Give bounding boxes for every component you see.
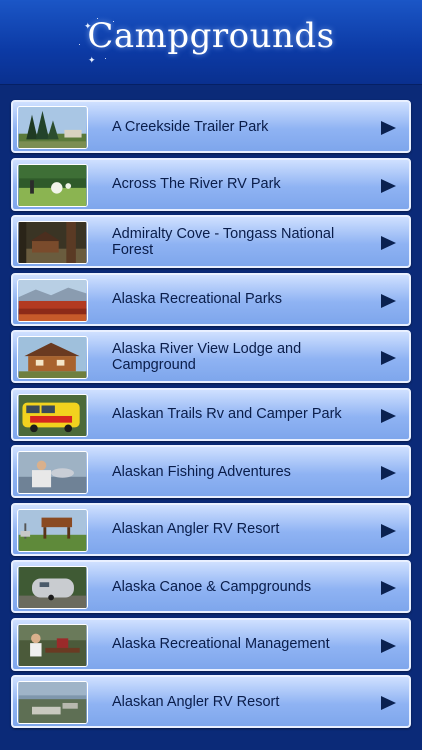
list-item[interactable]: Alaskan Angler RV Resort — [11, 675, 411, 728]
tundra-photo-icon — [17, 278, 88, 322]
list-item[interactable]: Admiralty Cove - Tongass National Forest — [11, 215, 411, 268]
chevron-right-icon — [381, 523, 396, 538]
campground-list: A Creekside Trailer Park Across The Rive… — [11, 100, 411, 733]
sparkle-icon: ✦ — [88, 55, 96, 65]
chevron-right-icon — [381, 581, 396, 595]
aerial-photo-icon — [17, 681, 88, 724]
list-item-label: Alaska River View Lodge and Campground — [112, 340, 302, 373]
list-item[interactable]: Alaska Recreational Management — [11, 617, 411, 671]
chevron-right-icon — [381, 408, 396, 423]
list-item-label: Alaskan Angler RV Resort — [112, 693, 280, 710]
camper-van-photo-icon — [17, 393, 88, 437]
list-item-label: Admiralty Cove - Tongass National Forest — [112, 225, 335, 258]
list-item-label: Alaska Recreational Parks — [112, 291, 283, 307]
fishing-photo-icon — [17, 451, 88, 494]
chevron-right-icon — [381, 466, 396, 480]
list-item[interactable]: Alaskan Fishing Adventures — [11, 445, 411, 498]
list-item[interactable]: Alaskan Trails Rv and Camper Park — [11, 387, 411, 441]
airstream-photo-icon — [17, 566, 88, 609]
app-header: ✦ · · · · ✦ Campgrounds — [0, 0, 422, 85]
meadow-photo-icon — [17, 163, 88, 207]
lodge-photo-icon — [17, 336, 88, 379]
list-item[interactable]: Alaska Recreational Parks — [11, 272, 411, 326]
chevron-right-icon — [381, 293, 396, 308]
list-item[interactable]: Across The River RV Park — [11, 157, 411, 211]
chevron-right-icon — [381, 178, 396, 193]
chevron-right-icon — [381, 121, 396, 135]
list-item[interactable]: A Creekside Trailer Park — [11, 100, 411, 153]
forest-photo-icon — [17, 106, 88, 149]
chevron-right-icon — [381, 351, 396, 365]
chevron-right-icon — [381, 236, 396, 250]
list-item[interactable]: Alaska River View Lodge and Campground — [11, 330, 411, 383]
list-item-label: Alaskan Fishing Adventures — [112, 463, 291, 480]
picnic-photo-icon — [17, 623, 88, 667]
list-item[interactable]: Alaska Canoe & Campgrounds — [11, 560, 411, 613]
list-item-label: Alaska Canoe & Campgrounds — [112, 578, 312, 595]
list-item-label: Alaska Recreational Management — [112, 636, 330, 652]
list-item-label: Alaskan Trails Rv and Camper Park — [112, 406, 342, 422]
list-item-label: Across The River RV Park — [112, 176, 281, 192]
cabin-photo-icon — [17, 221, 88, 264]
list-item-label: Alaskan Angler RV Resort — [112, 521, 280, 537]
chevron-right-icon — [381, 638, 396, 653]
page-title: Campgrounds — [87, 16, 335, 56]
list-item-label: A Creekside Trailer Park — [112, 118, 269, 135]
list-item[interactable]: Alaskan Angler RV Resort — [11, 502, 411, 556]
chevron-right-icon — [381, 696, 396, 710]
resort-sign-photo-icon — [17, 508, 88, 552]
